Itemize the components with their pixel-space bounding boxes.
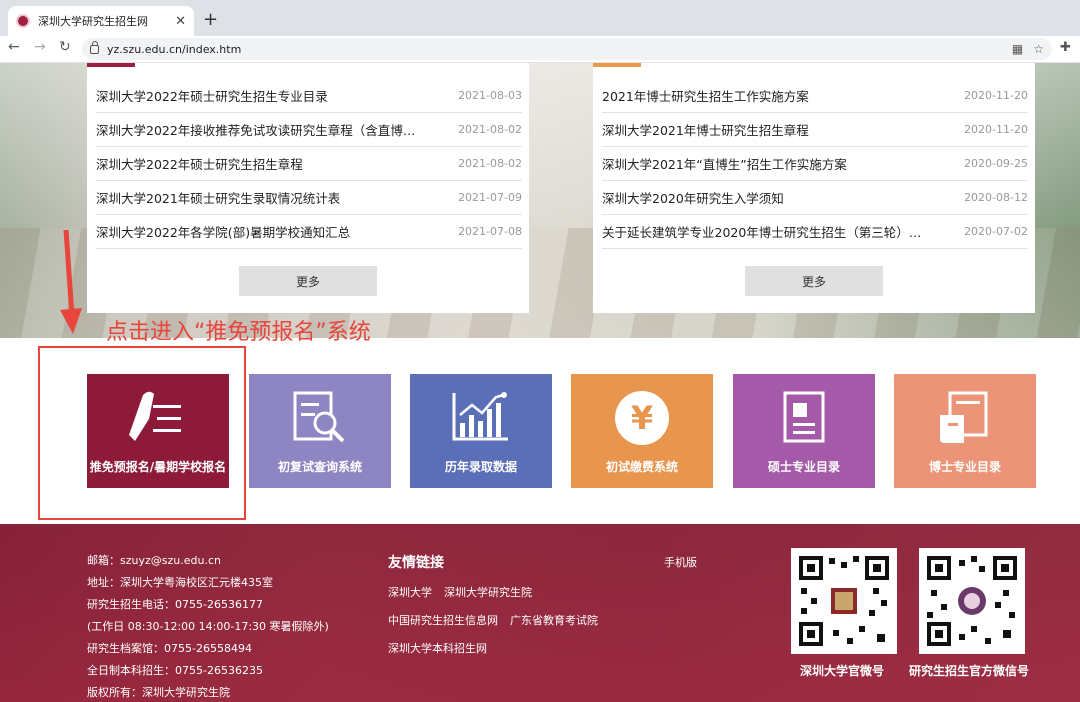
news-card-right: 2021年博士研究生招生工作实施方案 2020-11-20 深圳大学2021年博士…	[593, 63, 1035, 313]
tab-title: 深圳大学研究生招生网	[38, 15, 148, 28]
card-accent	[87, 63, 135, 67]
site-favicon-icon	[16, 14, 30, 28]
more-button-left[interactable]: 更多	[239, 266, 377, 296]
more-button-right[interactable]: 更多	[745, 266, 883, 296]
reload-icon[interactable]: ↻	[59, 39, 71, 55]
news-title[interactable]: 2021年博士研究生招生工作实施方案	[602, 86, 809, 105]
news-date: 2021-08-02	[458, 157, 522, 170]
news-title[interactable]: 深圳大学2021年博士研究生招生章程	[602, 120, 809, 139]
contact-phone: 研究生招生电话：0755-26536177	[87, 598, 263, 611]
news-date: 2020-09-25	[964, 157, 1028, 170]
contact-undergrad: 全日制本科招生：0755-26536235	[87, 664, 263, 677]
tile-admission-data[interactable]: 历年录取数据	[410, 374, 552, 488]
annotation-text: 点击进入“推免预报名”系统	[106, 320, 371, 345]
copyright: 版权所有：深圳大学研究生院	[87, 686, 230, 699]
document-search-icon	[285, 388, 355, 448]
news-title[interactable]: 深圳大学2021年“直博生”招生工作实施方案	[602, 154, 847, 173]
yuan-coin-icon: ¥	[607, 388, 677, 448]
link-chsi[interactable]: 中国研究生招生信息网	[388, 612, 498, 628]
extensions-icon[interactable]: ✚	[1060, 40, 1071, 55]
qr-code-icon	[799, 556, 889, 646]
tile-master-catalog[interactable]: 硕士专业目录	[733, 374, 875, 488]
tile-label: 初复试查询系统	[277, 460, 362, 474]
contact-archive: 研究生档案馆：0755-26558494	[87, 642, 252, 655]
qr-code-graduate-wechat	[919, 548, 1025, 654]
footer: 邮箱：szuyz@szu.edu.cn 地址：深圳大学粤海校区汇元楼435室 研…	[0, 524, 1080, 702]
news-date: 2020-08-12	[964, 191, 1028, 204]
news-item[interactable]: 2021年博士研究生招生工作实施方案 2020-11-20	[602, 79, 1028, 113]
news-title[interactable]: 深圳大学2020年研究生入学须知	[602, 188, 784, 207]
tile-label: 初试缴费系统	[605, 460, 678, 474]
tile-label: 历年录取数据	[444, 460, 517, 474]
qr-code-szu-official	[791, 548, 897, 654]
browser-tab[interactable]: 深圳大学研究生招生网 ✕	[8, 6, 194, 36]
news-item[interactable]: 深圳大学2022年接收推荐免试攻读研究生章程（含直博… 2021-08-02	[96, 113, 522, 147]
friendly-links-title: 友情链接	[388, 555, 444, 571]
url-text[interactable]: yz.szu.edu.cn/index.htm	[107, 43, 1002, 56]
forward-icon[interactable]: →	[34, 39, 46, 55]
tile-label: 硕士专业目录	[767, 460, 840, 474]
red-arrow-icon	[60, 229, 82, 334]
mobile-version-link[interactable]: 手机版	[664, 554, 697, 570]
news-title[interactable]: 关于延长建筑学专业2020年博士研究生招生（第三轮）…	[602, 222, 921, 241]
close-tab-icon[interactable]: ✕	[175, 14, 186, 29]
card-accent	[593, 63, 641, 67]
highlight-box	[38, 346, 246, 520]
browser-tab-bar: 深圳大学研究生招生网 ✕ +	[0, 0, 1080, 36]
news-item[interactable]: 深圳大学2020年研究生入学须知 2020-08-12	[602, 181, 1028, 215]
news-item[interactable]: 深圳大学2022年硕士研究生招生专业目录 2021-08-03	[96, 79, 522, 113]
news-date: 2021-08-03	[458, 89, 522, 102]
news-item[interactable]: 深圳大学2021年博士研究生招生章程 2020-11-20	[602, 113, 1028, 147]
contact-address: 地址：深圳大学粤海校区汇元楼435室	[87, 576, 273, 589]
qr-code-icon	[927, 556, 1017, 646]
bar-chart-icon	[446, 388, 516, 448]
news-title[interactable]: 深圳大学2021年硕士研究生录取情况统计表	[96, 188, 340, 207]
tile-label: 博士专业目录	[928, 460, 1001, 474]
back-icon[interactable]: ←	[8, 39, 20, 55]
browser-toolbar: ← → ↻ yz.szu.edu.cn/index.htm ▦ ☆ ✚	[0, 36, 1080, 63]
link-szu[interactable]: 深圳大学	[388, 584, 432, 600]
profile-doc-icon	[769, 388, 839, 448]
news-item[interactable]: 深圳大学2022年硕士研究生招生章程 2021-08-02	[96, 147, 522, 181]
news-date: 2020-11-20	[964, 89, 1028, 102]
address-bar[interactable]: yz.szu.edu.cn/index.htm ▦ ☆	[82, 38, 1052, 60]
link-szu-undergrad[interactable]: 深圳大学本科招生网	[388, 640, 487, 656]
news-item[interactable]: 深圳大学2021年硕士研究生录取情况统计表 2021-07-09	[96, 181, 522, 215]
contact-hours: (工作日 08:30-12:00 14:00-17:30 寒暑假除外)	[87, 620, 329, 633]
news-date: 2020-07-02	[964, 225, 1028, 238]
qr-caption-szu-official: 深圳大学官微号	[800, 664, 885, 678]
new-tab-icon[interactable]: +	[203, 9, 218, 30]
book-icon	[930, 388, 1000, 448]
qr-caption-graduate-wechat: 研究生招生官方微信号	[909, 664, 1030, 678]
news-date: 2020-11-20	[964, 123, 1028, 136]
news-date: 2021-07-08	[458, 225, 522, 238]
news-item[interactable]: 深圳大学2021年“直博生”招生工作实施方案 2020-09-25	[602, 147, 1028, 181]
link-guangdong-exam[interactable]: 广东省教育考试院	[510, 612, 598, 628]
news-item[interactable]: 关于延长建筑学专业2020年博士研究生招生（第三轮）… 2020-07-02	[602, 215, 1028, 249]
star-icon[interactable]: ☆	[1033, 42, 1044, 56]
news-title[interactable]: 深圳大学2022年硕士研究生招生章程	[96, 154, 303, 173]
news-card-left: 深圳大学2022年硕士研究生招生专业目录 2021-08-03 深圳大学2022年…	[87, 63, 529, 313]
news-date: 2021-08-02	[458, 123, 522, 136]
svg-text:¥: ¥	[631, 399, 653, 437]
news-title[interactable]: 深圳大学2022年接收推荐免试攻读研究生章程（含直博…	[96, 120, 415, 139]
news-title[interactable]: 深圳大学2022年各学院(部)暑期学校通知汇总	[96, 222, 350, 241]
news-title[interactable]: 深圳大学2022年硕士研究生招生专业目录	[96, 86, 328, 105]
tile-doctor-catalog[interactable]: 博士专业目录	[894, 374, 1036, 488]
link-szu-graduate[interactable]: 深圳大学研究生院	[444, 584, 532, 600]
news-date: 2021-07-09	[458, 191, 522, 204]
lock-icon[interactable]	[90, 40, 99, 54]
qr-code-icon[interactable]: ▦	[1012, 42, 1023, 56]
tile-exam-query[interactable]: 初复试查询系统	[249, 374, 391, 488]
contact-email: 邮箱：szuyz@szu.edu.cn	[87, 554, 221, 567]
tile-exam-payment[interactable]: ¥ 初试缴费系统	[571, 374, 713, 488]
news-item[interactable]: 深圳大学2022年各学院(部)暑期学校通知汇总 2021-07-08	[96, 215, 522, 249]
